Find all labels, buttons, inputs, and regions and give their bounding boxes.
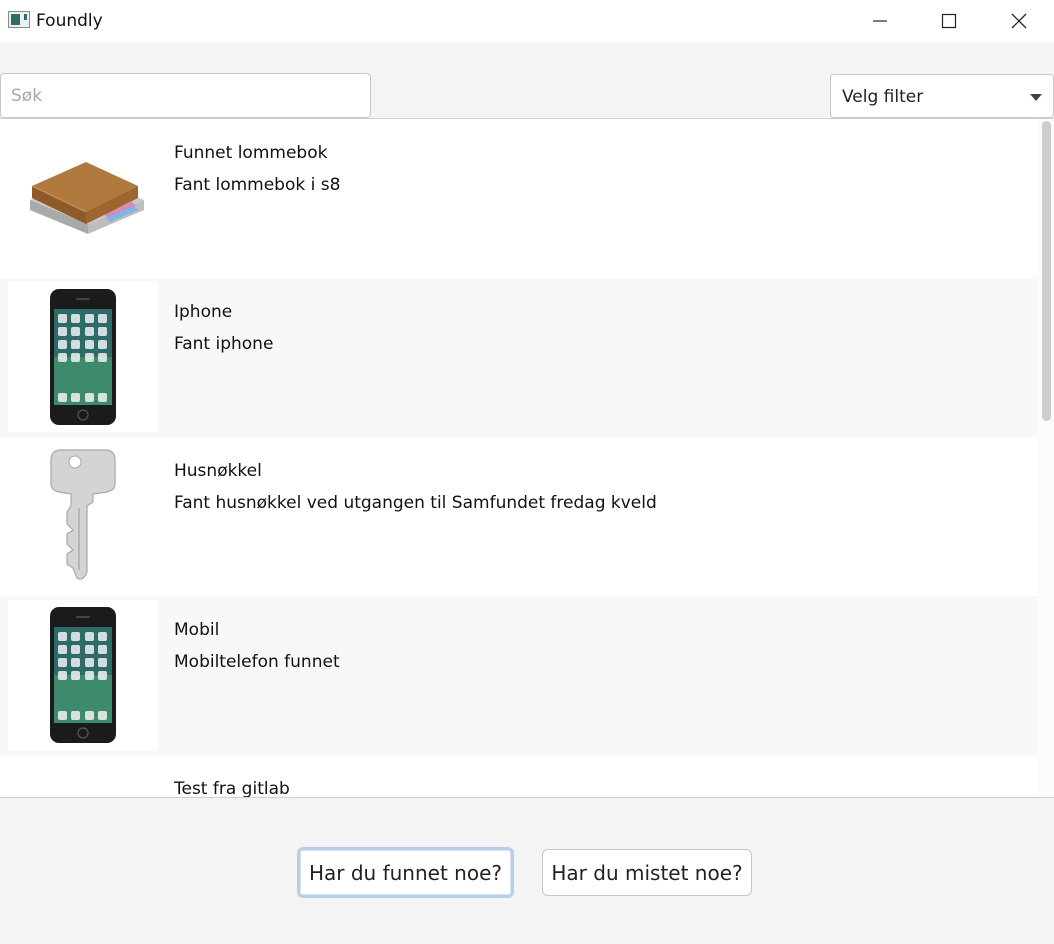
item-title: Husnøkkel	[174, 461, 262, 481]
found-something-button[interactable]: Har du funnet noe?	[297, 847, 514, 898]
app-icon	[8, 11, 30, 28]
maximize-button[interactable]	[914, 0, 984, 42]
item-title: Iphone	[174, 302, 233, 322]
item-title: Test fra gitlab	[174, 779, 290, 798]
lost-something-button[interactable]: Har du mistet noe?	[542, 849, 752, 896]
item-description: Fant husnøkkel ved utgangen til Samfunde…	[174, 493, 657, 513]
item-description: Mobiltelefon funnet	[174, 652, 340, 672]
item-title: Funnet lommebok	[174, 143, 328, 163]
item-image-phone	[8, 600, 158, 750]
items-list[interactable]: Funnet lommebok Fant lommebok i s8 Iphon…	[0, 118, 1054, 798]
search-input[interactable]	[0, 73, 371, 118]
filter-label: Velg filter	[842, 87, 924, 107]
item-description: Fant iphone	[174, 334, 274, 354]
item-description: Fant lommebok i s8	[174, 175, 341, 195]
list-item[interactable]: Funnet lommebok Fant lommebok i s8	[0, 119, 1038, 278]
item-image-wallet	[8, 123, 158, 273]
chevron-down-icon	[1030, 94, 1042, 101]
wallet-icon	[30, 162, 144, 234]
key-icon	[50, 449, 116, 580]
phone-icon	[50, 289, 116, 425]
scrollbar-thumb[interactable]	[1042, 121, 1051, 421]
window-title: Foundly	[36, 11, 103, 31]
item-image-phone	[8, 282, 158, 432]
title-bar: Foundly	[0, 0, 1054, 42]
list-item[interactable]: Iphone Fant iphone	[0, 278, 1038, 437]
list-item[interactable]: Mobil Mobiltelefon funnet	[0, 596, 1038, 755]
phone-icon	[50, 607, 116, 743]
item-image-key	[8, 441, 158, 591]
list-item[interactable]: Husnøkkel Fant husnøkkel ved utgangen ti…	[0, 437, 1038, 596]
maximize-icon	[941, 13, 957, 29]
minimize-button[interactable]	[845, 0, 915, 42]
item-title: Mobil	[174, 620, 220, 640]
minimize-icon	[873, 20, 887, 22]
filter-dropdown[interactable]: Velg filter	[830, 74, 1054, 118]
close-button[interactable]	[984, 0, 1054, 42]
close-icon	[1011, 13, 1027, 29]
list-item[interactable]: Test fra gitlab	[0, 755, 1038, 798]
